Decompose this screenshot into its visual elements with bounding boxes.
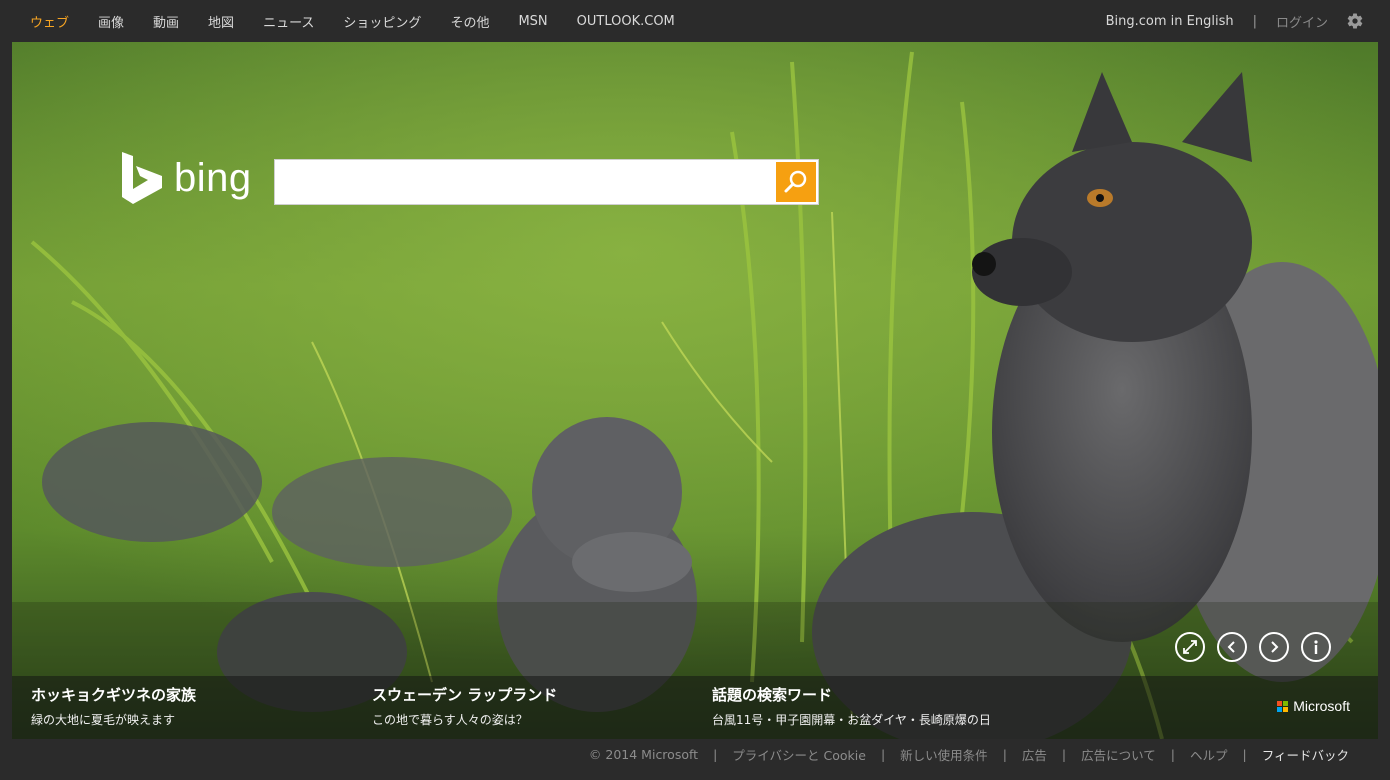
chevron-left-icon (1227, 641, 1235, 653)
nav-maps[interactable]: 地図 (208, 12, 234, 31)
english-site-link[interactable]: Bing.com in English (1106, 14, 1234, 29)
next-image-button[interactable] (1259, 632, 1289, 662)
hotspot-image-story[interactable]: ホッキョクギツネの家族 緑の大地に夏毛が映えます (31, 684, 196, 728)
expand-button[interactable] (1175, 632, 1205, 662)
search-box (274, 159, 819, 205)
image-info-button[interactable] (1301, 632, 1331, 662)
top-navigation-bar: ウェブ 画像 動画 地図 ニュース ショッピング その他 MSN OUTLOOK… (0, 0, 1390, 42)
nav-msn[interactable]: MSN (518, 14, 547, 29)
nav-outlook[interactable]: OUTLOOK.COM (577, 14, 675, 29)
hotspot-subtitle: 緑の大地に夏毛が映えます (31, 713, 176, 727)
privacy-link[interactable]: プライバシーと Cookie (732, 745, 866, 764)
hotspot-bar: ホッキョクギツネの家族 緑の大地に夏毛が映えます スウェーデン ラップランド こ… (12, 676, 1378, 739)
help-link[interactable]: ヘルプ (1190, 745, 1228, 764)
hotspot-title: ホッキョクギツネの家族 (31, 686, 197, 704)
nav-images[interactable]: 画像 (98, 12, 124, 31)
expand-icon (1183, 640, 1197, 654)
about-ads-link[interactable]: 広告について (1081, 745, 1156, 764)
microsoft-brand[interactable]: Microsoft (1277, 698, 1350, 714)
nav-web[interactable]: ウェブ (30, 12, 69, 31)
nav-more[interactable]: その他 (450, 12, 489, 31)
footer-separator: | (1002, 746, 1007, 762)
search-icon (784, 170, 807, 193)
footer-separator: | (1061, 746, 1067, 762)
arctic-fox-family-photo (12, 42, 1378, 739)
search-input[interactable] (285, 166, 775, 198)
info-icon (1314, 640, 1318, 654)
footer: © 2014 Microsoft | プライバシーと Cookie | 新しい使… (589, 742, 1349, 766)
hotspot-lapland[interactable]: スウェーデン ラップランド この地で暮らす人々の姿は？ (372, 684, 557, 728)
scope-nav: ウェブ 画像 動画 地図 ニュース ショッピング その他 MSN OUTLOOK… (30, 0, 704, 42)
advertise-link[interactable]: 広告 (1022, 745, 1047, 764)
footer-separator: | (1242, 746, 1247, 762)
bing-logo[interactable]: bing (122, 152, 252, 204)
gear-icon[interactable] (1346, 12, 1364, 30)
image-controls (1175, 632, 1343, 662)
account-nav: Bing.com in English | ログイン (1106, 0, 1364, 42)
search-button[interactable] (776, 162, 816, 202)
copyright: © 2014 Microsoft (588, 746, 699, 762)
hotspot-subtitle: 台風11号・甲子園開幕・お盆ダイヤ・長崎原爆の日 (712, 713, 991, 727)
hotspot-subtitle: この地で暮らす人々の姿は？ (372, 713, 528, 727)
bing-b-icon (122, 152, 162, 204)
hotspot-title: スウェーデン ラップランド (372, 686, 558, 704)
nav-videos[interactable]: 動画 (153, 12, 179, 31)
nav-news[interactable]: ニュース (263, 12, 314, 31)
terms-link[interactable]: 新しい使用条件 (900, 745, 988, 764)
footer-separator: | (880, 746, 886, 762)
feedback-link[interactable]: フィードバック (1262, 745, 1349, 764)
hotspot-trending[interactable]: 話題の検索ワード 台風11号・甲子園開幕・お盆ダイヤ・長崎原爆の日 (712, 684, 991, 728)
footer-separator: | (713, 746, 718, 762)
hero-image: bing ホッキョクギツネの家族 緑の大地に夏毛が映えます スウェーデン ラップ… (12, 42, 1378, 739)
nav-shopping[interactable]: ショッピング (343, 12, 421, 31)
microsoft-label: Microsoft (1293, 698, 1350, 714)
hotspot-title: 話題の検索ワード (712, 686, 833, 704)
microsoft-logo-icon (1277, 700, 1289, 712)
nav-separator: | (1252, 13, 1257, 29)
login-link[interactable]: ログイン (1276, 12, 1328, 31)
chevron-right-icon (1271, 641, 1279, 653)
footer-separator: | (1170, 746, 1175, 762)
bing-logo-text: bing (174, 155, 252, 200)
previous-image-button[interactable] (1217, 632, 1247, 662)
